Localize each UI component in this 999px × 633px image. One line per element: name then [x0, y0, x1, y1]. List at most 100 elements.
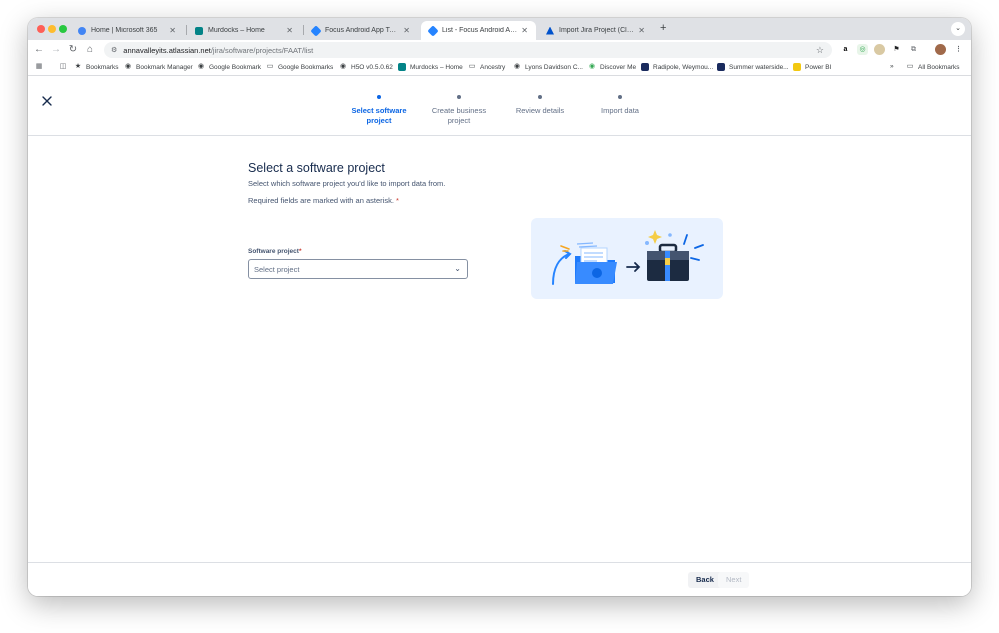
bookmark-label: Google Bookmark — [209, 63, 262, 71]
tab-title: Import Jira Project (Cloud) P — [559, 27, 635, 34]
step-label: project — [447, 116, 471, 125]
step-review-details: Review details — [495, 95, 585, 116]
bookmark-item[interactable]: Murdocks – Home — [398, 63, 463, 71]
reload-icon[interactable]: ↻ — [66, 43, 80, 57]
browser-tab[interactable]: Murdocks – Home ✕ — [187, 21, 301, 40]
bookmark-item[interactable]: Power BI — [793, 63, 831, 71]
folder-icon: ▭ — [468, 63, 476, 70]
globe-icon: ◉ — [124, 63, 132, 70]
bookmark-label: Bookmarks — [86, 63, 119, 71]
menu-kebab-icon[interactable]: ⋮ — [953, 44, 964, 55]
profile-avatar[interactable] — [935, 44, 946, 55]
step-label: Select software — [351, 106, 407, 115]
home-icon[interactable]: ⌂ — [83, 43, 97, 57]
bookmark-label: Power BI — [805, 63, 832, 71]
reading-list-icon[interactable]: ◫ — [59, 63, 71, 71]
browser-tab[interactable]: Home | Microsoft 365 ✕ — [70, 21, 184, 40]
bookmark-item[interactable]: ◉ Lyons Davidson C... — [513, 63, 583, 71]
app-icon — [717, 63, 725, 71]
more-bookmarks-icon[interactable]: » — [890, 63, 894, 70]
step-label: Create business — [431, 106, 487, 115]
bookmark-item[interactable]: ◉ Bookmark Manager — [124, 63, 193, 71]
browser-tab-active[interactable]: List - Focus Android App Tes ✕ — [421, 21, 536, 40]
extension-icon[interactable] — [874, 44, 885, 55]
tab-title: List - Focus Android App Tes — [442, 27, 518, 34]
bookmark-item[interactable]: ★ Bookmarks — [74, 63, 119, 71]
extension-icon[interactable]: ◎ — [857, 44, 868, 55]
bookmark-item[interactable]: ▭ Google Bookmarks — [266, 63, 334, 71]
next-button[interactable]: Next — [718, 572, 750, 588]
bookmark-item[interactable]: Summer waterside... — [717, 63, 789, 71]
step-dot — [457, 95, 461, 99]
required-asterisk: * — [298, 248, 302, 255]
globe-icon: ◉ — [197, 63, 205, 70]
bookmark-label: Ancestry — [480, 63, 506, 71]
chevron-down-icon: ⌄ — [454, 264, 461, 273]
url-path: /jira/software/projects/FAAT/list — [210, 45, 314, 55]
field-label-text: Software project — [248, 248, 299, 255]
extensions-puzzle-icon[interactable]: ⧉ — [908, 44, 919, 55]
required-note-text: Required fields are marked with an aster… — [248, 196, 394, 205]
close-tab-icon[interactable]: ✕ — [521, 26, 528, 35]
select-placeholder: Select project — [254, 264, 300, 274]
back-icon[interactable]: ← — [32, 43, 46, 57]
step-dot — [538, 95, 542, 99]
software-project-label: Software project* — [248, 248, 301, 255]
form-intro: Select a software project Select which s… — [248, 161, 445, 205]
browser-tab[interactable]: Focus Android App Testing - ✕ — [304, 21, 418, 40]
app-icon — [641, 63, 649, 71]
bookmark-star-icon[interactable]: ☆ — [816, 45, 824, 56]
bookmark-item[interactable]: Radipole, Weymou... — [641, 63, 713, 71]
tab-search-icon[interactable]: ⌄ — [951, 22, 965, 36]
software-project-select[interactable]: Select project ⌄ — [248, 259, 468, 279]
new-tab-icon[interactable]: + — [660, 22, 666, 34]
step-create-business-project: Create business project — [414, 95, 504, 126]
step-dot — [377, 95, 381, 99]
close-tab-icon[interactable]: ✕ — [169, 26, 176, 35]
bookmark-label: Murdocks – Home — [410, 63, 463, 71]
bookmark-item[interactable]: ◉ H5O v0.5.0.62 — [339, 63, 393, 71]
globe-icon: ◉ — [588, 63, 596, 70]
extension-icon[interactable]: ⚑ — [891, 44, 902, 55]
all-bookmarks-folder[interactable]: ▭ All Bookmarks — [906, 63, 960, 71]
jira-icon — [427, 24, 439, 37]
bookmark-item[interactable]: ▭ Ancestry — [468, 63, 506, 71]
import-illustration — [531, 218, 723, 299]
step-label: Import data — [601, 106, 639, 115]
apps-grid-icon[interactable]: ▦ — [35, 63, 47, 71]
m365-icon — [78, 26, 86, 35]
bookmark-label: Bookmark Manager — [136, 63, 193, 71]
amazon-extension-icon[interactable]: a — [840, 44, 851, 55]
close-window-button[interactable] — [37, 25, 45, 33]
bookmark-item[interactable]: ◉ Discover Me — [588, 63, 636, 71]
bookmark-label: H5O v0.5.0.62 — [351, 63, 393, 71]
step-select-software-project: Select software project — [334, 95, 424, 126]
maximize-window-button[interactable] — [59, 25, 67, 33]
sharepoint-icon — [195, 26, 203, 35]
step-dot — [618, 95, 622, 99]
forward-icon[interactable]: → — [49, 43, 63, 57]
powerbi-icon — [793, 63, 801, 71]
minimize-window-button[interactable] — [48, 25, 56, 33]
folder-icon: ▭ — [266, 63, 274, 70]
address-bar[interactable]: ⚙ annavalleyits.atlassian.net /jira/soft… — [104, 42, 832, 58]
close-tab-icon[interactable]: ✕ — [638, 26, 645, 35]
tab-title: Home | Microsoft 365 — [91, 27, 158, 34]
page-content: Select software project Create business … — [28, 77, 971, 596]
required-note: Required fields are marked with an aster… — [248, 196, 445, 205]
bookmark-item[interactable]: ◉ Google Bookmark — [197, 63, 261, 71]
step-import-data: Import data — [575, 95, 665, 116]
close-icon[interactable] — [40, 94, 54, 108]
step-label: project — [366, 116, 392, 125]
close-tab-icon[interactable]: ✕ — [403, 26, 410, 35]
back-button[interactable]: Back — [688, 572, 722, 588]
site-info-icon[interactable]: ⚙ — [111, 46, 117, 54]
bookmark-label: Radipole, Weymou... — [653, 63, 714, 71]
bookmark-label: Google Bookmarks — [278, 63, 334, 71]
browser-tab[interactable]: Import Jira Project (Cloud) P ✕ — [538, 21, 653, 40]
globe-icon: ◉ — [339, 63, 347, 70]
globe-icon: ◉ — [513, 63, 521, 70]
sharepoint-icon — [398, 63, 406, 71]
close-tab-icon[interactable]: ✕ — [286, 26, 293, 35]
wizard-footer: Back Next — [28, 562, 971, 596]
